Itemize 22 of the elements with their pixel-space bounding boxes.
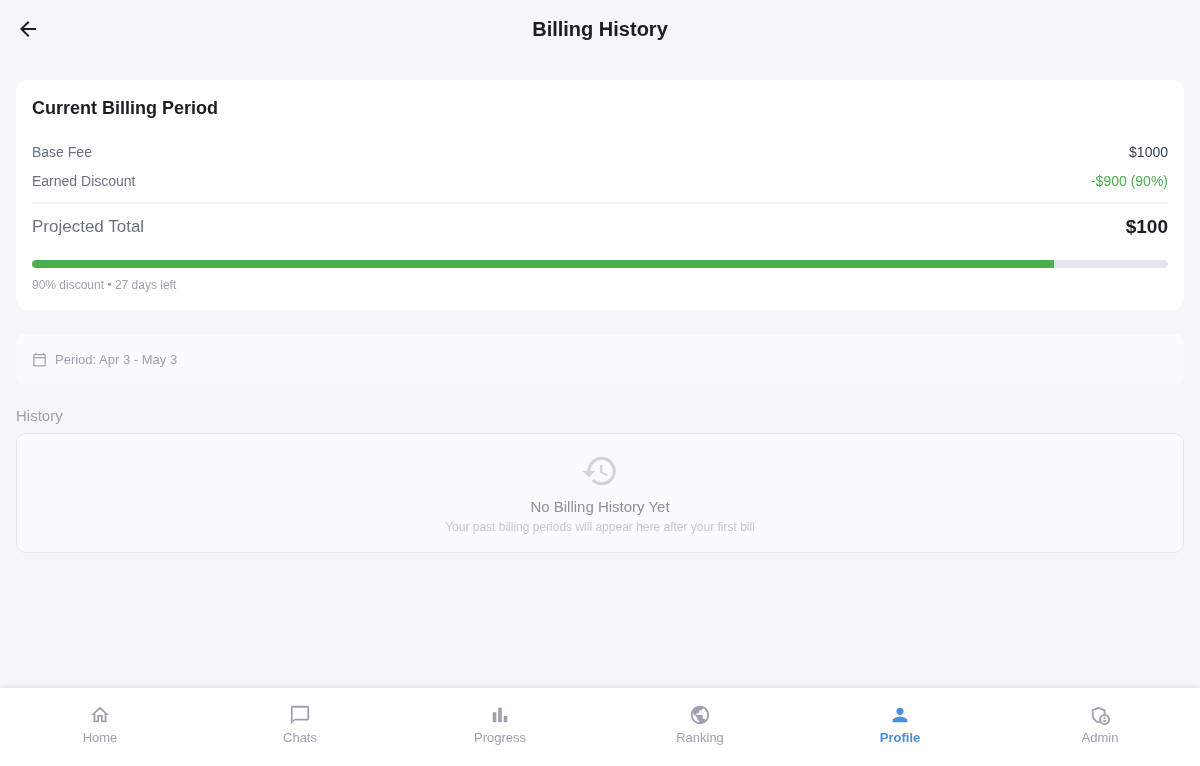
total-amount: $100 <box>1125 216 1168 238</box>
line-label: Base Fee <box>32 143 92 162</box>
card-title: Current Billing Period <box>32 97 219 120</box>
globe-icon <box>689 704 711 726</box>
nav-tab[interactable]: Admin <box>1073 702 1127 748</box>
period-text: Period: Apr 3 - May 3 <box>55 351 178 367</box>
empty-title: No Billing History Yet <box>530 497 670 517</box>
nav-tab[interactable]: Progress <box>466 702 534 748</box>
page-title: Billing History <box>531 17 669 42</box>
progress-caption: 90% discount • 27 days left <box>32 277 178 293</box>
calendar-icon <box>32 351 47 367</box>
section-heading: History <box>16 407 64 425</box>
line-amount: -$900 (90%) <box>1090 172 1168 191</box>
line-amount: $1000 <box>1129 143 1168 162</box>
nav-tab[interactable]: Profile <box>871 702 929 748</box>
nav-tab[interactable]: Home <box>74 702 126 748</box>
shield-person-icon <box>1089 704 1111 726</box>
total-label: Projected Total <box>32 216 145 238</box>
chat-bubble-icon <box>289 704 311 726</box>
line-label: Earned Discount <box>32 172 136 191</box>
nav-tab[interactable]: Ranking <box>668 702 732 748</box>
nav-tab[interactable]: Chats <box>275 702 325 748</box>
